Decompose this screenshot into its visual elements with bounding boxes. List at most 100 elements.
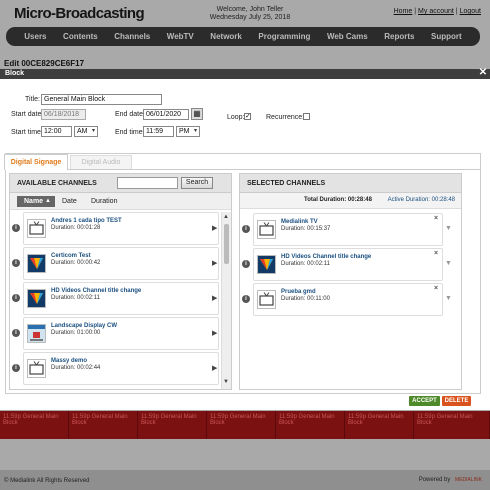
remove-icon[interactable]: × [434,250,438,257]
info-icon[interactable]: i [242,225,250,233]
channel-card[interactable]: HD Videos Channel title change Duration: … [253,248,443,281]
tab-digital-audio[interactable]: Digital Audio [70,155,132,169]
selected-channel-row[interactable]: i Medialink TV Duration: 00:15:37 × ▼ [240,213,452,246]
info-icon[interactable]: i [12,364,20,372]
nav-users[interactable]: Users [24,32,46,41]
move-arrow-icon[interactable]: ▼ [445,225,452,232]
available-channel-row[interactable]: i Certicom Test Duration: 00:00:42 ▶ [10,247,220,280]
sort-name-label: Name [24,198,44,205]
schedule-cell[interactable]: 11:59p General Main Block [69,411,138,439]
accept-button[interactable]: ACCEPT [409,396,440,406]
channel-thumbnail [257,290,276,309]
scroll-down-icon[interactable]: ▼ [223,379,229,385]
nav-network[interactable]: Network [210,32,242,41]
remove-icon[interactable]: × [434,285,438,292]
nav-support[interactable]: Support [431,32,462,41]
selected-channels-panel: SELECTED CHANNELS Total Duration: 00:28:… [239,173,462,390]
tv-icon [29,361,44,375]
schedule-cell[interactable]: 11:59p General Main Block [138,411,207,439]
nav-webtv[interactable]: WebTV [167,32,194,41]
welcome-user: Welcome, John Teller [216,6,284,13]
selected-header: SELECTED CHANNELS [240,174,461,193]
nav-programming[interactable]: Programming [258,32,310,41]
add-arrow-icon[interactable]: ▶ [212,294,217,302]
nav-web-cams[interactable]: Web Cams [327,32,368,41]
title-input[interactable]: General Main Block [41,94,162,105]
tv-icon [259,222,274,236]
nav-channels[interactable]: Channels [114,32,150,41]
add-arrow-icon[interactable]: ▶ [212,329,217,337]
add-arrow-icon[interactable]: ▶ [212,224,217,232]
modal-title: Block [5,70,25,77]
end-ampm-value: PM [179,128,190,135]
end-time-input[interactable]: 11:59 [143,126,174,137]
nav-contents[interactable]: Contents [63,32,98,41]
channel-card[interactable]: Landscape Display CW Duration: 01:00:00 ▶ [23,317,219,350]
info-icon[interactable]: i [242,295,250,303]
move-arrow-icon[interactable]: ▼ [445,260,452,267]
channel-card[interactable]: Medialink TV Duration: 00:15:37 × [253,213,443,246]
schedule-cell[interactable]: 11:59p General Main Block [276,411,345,439]
add-arrow-icon[interactable]: ▶ [212,259,217,267]
available-channel-row[interactable]: i Landscape Display CW Duration: 01:00:00 ▶ [10,317,220,350]
search-input[interactable] [117,177,178,189]
site-logo[interactable]: Micro-Broadcasting [14,5,145,22]
start-time-input[interactable]: 12:00 [41,126,72,137]
scroll-up-icon[interactable]: ▲ [223,214,229,220]
selected-channel-row[interactable]: i Prueba gmd Duration: 00:11:00 × ▼ [240,283,452,316]
scrollbar-thumb[interactable] [224,224,229,264]
remove-icon[interactable]: × [434,215,438,222]
schedule-cell[interactable]: 11:59p General Main Block [0,411,69,439]
channel-card[interactable]: Prueba gmd Duration: 00:11:00 × [253,283,443,316]
available-channel-row[interactable]: i Andres 1 cada tipo TEST Duration: 00:01:… [10,212,220,245]
close-icon[interactable]: ✕ [478,67,488,78]
logout-link[interactable]: Logout [460,8,481,15]
available-channel-row[interactable]: i Massy demo Duration: 00:02:44 ▶ [10,352,220,385]
info-icon[interactable]: i [12,329,20,337]
channel-title: Medialink TV [281,219,318,225]
end-date-input[interactable]: 06/01/2020 [143,109,189,120]
schedule-cell[interactable]: 11:59p General Main Block [207,411,276,439]
channel-card[interactable]: Massy demo Duration: 00:02:44 ▶ [23,352,219,385]
end-ampm-select[interactable]: PM ▾ [176,126,200,137]
available-channel-row[interactable]: i HD Videos Channel title change Duration:… [10,282,220,315]
selected-channel-row[interactable]: i HD Videos Channel title change Duration:… [240,248,452,281]
channel-card[interactable]: Andres 1 cada tipo TEST Duration: 00:01:2… [23,212,219,245]
recurrence-checkbox[interactable] [303,113,310,120]
info-icon[interactable]: i [12,294,20,302]
welcome-date: Wednesday July 25, 2018 [209,14,291,21]
start-time-label: Start time: [11,129,43,136]
calendar-icon[interactable]: ▦ [191,108,203,120]
start-date-input[interactable]: 06/18/2018 [41,109,86,120]
home-link[interactable]: Home [394,8,413,15]
channel-thumbnail [27,219,46,238]
info-icon[interactable]: i [12,224,20,232]
channel-card[interactable]: Certicom Test Duration: 00:00:42 ▶ [23,247,219,280]
link-separator: | [455,8,458,15]
channel-duration: Duration: 00:02:44 [51,365,101,371]
my-account-link[interactable]: My account [418,8,454,15]
channel-title: Prueba gmd [281,289,316,295]
loop-checkbox[interactable]: ✓ [244,113,251,120]
start-ampm-select[interactable]: AM ▾ [74,126,98,137]
channel-card[interactable]: HD Videos Channel title change Duration: … [23,282,219,315]
schedule-cell[interactable]: 11:59p General Main Block [414,411,490,439]
info-icon[interactable]: i [242,260,250,268]
sort-date-button[interactable]: Date [62,196,77,207]
channel-duration: Duration: 00:02:11 [51,295,100,301]
available-scrollbar[interactable]: ▲ ▼ [221,212,231,389]
sort-name-button[interactable]: Name ▲ [17,196,55,207]
screenshot-thumb-icon [28,325,45,342]
schedule-cell[interactable]: 11:59p General Main Block [345,411,414,439]
move-arrow-icon[interactable]: ▼ [445,295,452,302]
sort-duration-button[interactable]: Duration [91,196,117,207]
add-arrow-icon[interactable]: ▶ [212,364,217,372]
info-icon[interactable]: i [12,259,20,267]
nav-reports[interactable]: Reports [384,32,414,41]
search-button[interactable]: Search [181,177,213,189]
tab-digital-signage[interactable]: Digital Signage [4,154,68,170]
delete-button[interactable]: DELETE [442,396,471,406]
link-separator: | [414,8,417,15]
start-ampm-value: AM [77,128,88,135]
channel-duration: Duration: 00:01:28 [51,225,101,231]
